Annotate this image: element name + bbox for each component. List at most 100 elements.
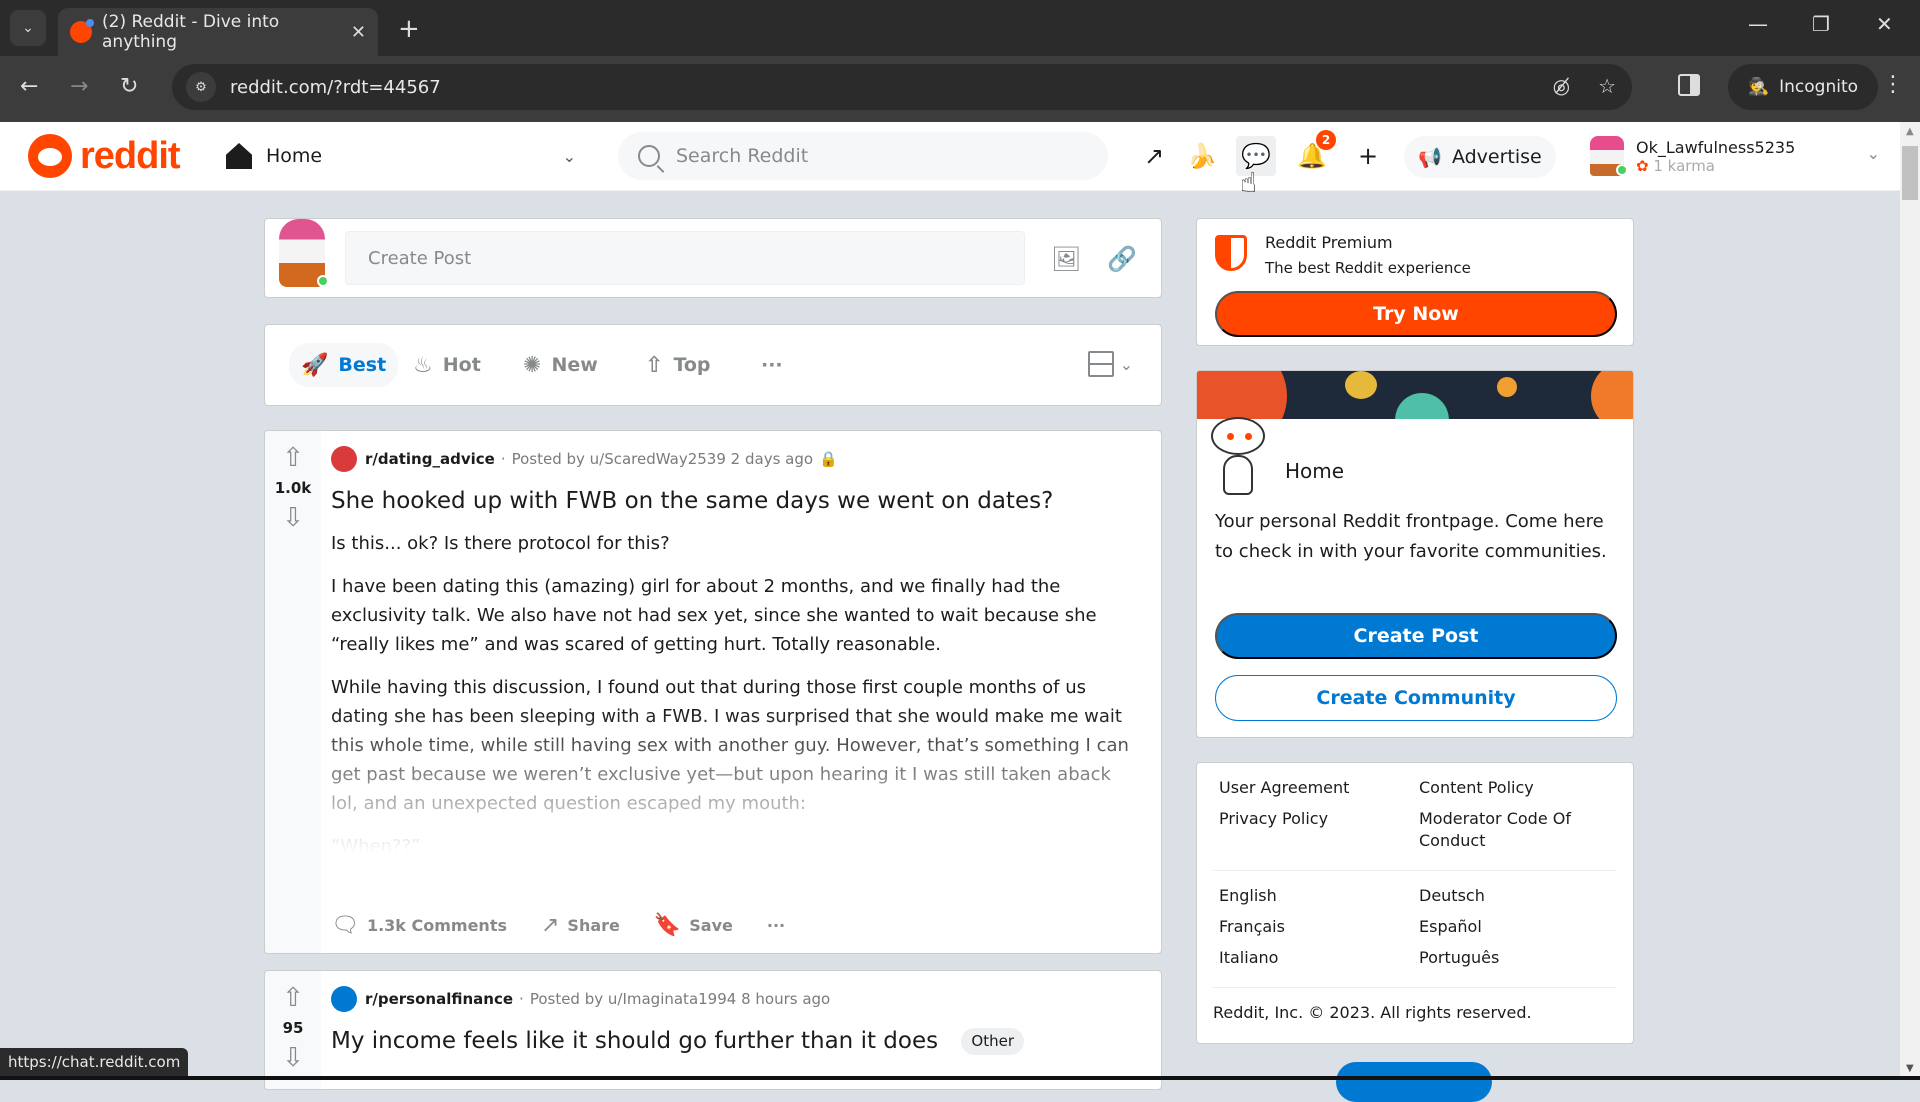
premium-card: Reddit Premium The best Reddit experienc… (1196, 218, 1634, 346)
scrollbar-thumb[interactable] (1902, 146, 1918, 200)
comment-icon: 🗨 (331, 912, 359, 938)
back-button[interactable]: ← (20, 74, 38, 99)
logo-text: reddit (80, 134, 181, 177)
language-german[interactable]: Deutsch (1419, 885, 1485, 907)
scroll-up-arrow-icon[interactable]: ▲ (1906, 126, 1914, 137)
sidebar-create-post-button[interactable]: Create Post (1215, 613, 1617, 659)
eye-off-icon[interactable]: ◎̸ (1553, 74, 1570, 98)
home-card: Home Your personal Reddit frontpage. Com… (1196, 370, 1634, 738)
scroll-down-arrow-icon[interactable]: ▼ (1906, 1063, 1914, 1074)
downvote-icon[interactable]: ⇩ (282, 505, 304, 531)
post-more-button[interactable]: ··· (761, 910, 791, 941)
create-post-input[interactable] (345, 231, 1025, 285)
browser-toolbar: ← → ↻ ⚙ reddit.com/?rdt=44567 ◎̸ ☆ 🕵 Inc… (0, 56, 1920, 122)
downvote-icon[interactable]: ⇩ (282, 1045, 304, 1071)
post-title-text[interactable]: My income feels like it should go furthe… (331, 1028, 938, 1054)
share-button[interactable]: ↗ Share (535, 907, 626, 944)
language-spanish[interactable]: Español (1419, 916, 1482, 938)
sort-tab-top[interactable]: ⇧ Top (633, 343, 723, 387)
popular-icon[interactable]: ↗ (1134, 136, 1174, 176)
site-info-icon[interactable]: ⚙ (186, 72, 216, 102)
advertise-button[interactable]: 📢 Advertise (1404, 136, 1556, 178)
sort-tab-best[interactable]: 🚀 Best (289, 343, 399, 387)
sort-tab-new[interactable]: ✺ New (511, 343, 610, 387)
search-bar[interactable] (618, 132, 1108, 180)
create-post-card: 🖼 🔗 (264, 218, 1162, 298)
create-community-button[interactable]: Create Community (1215, 675, 1617, 721)
forward-button[interactable]: → (70, 74, 88, 99)
side-panel-icon[interactable] (1678, 74, 1700, 96)
minimize-button[interactable]: — (1748, 12, 1768, 36)
vote-count: 95 (282, 1019, 304, 1037)
feed-selector-dropdown[interactable]: Home ⌄ (226, 136, 576, 176)
reddit-logo[interactable]: reddit (28, 134, 181, 178)
posted-by[interactable]: Posted by u/Imaginata1994 (530, 990, 737, 1008)
share-icon: ↗ (540, 912, 560, 938)
language-french[interactable]: Français (1219, 916, 1285, 938)
notifications-button[interactable]: 🔔 2 (1292, 130, 1336, 176)
subreddit-icon[interactable] (331, 986, 357, 1012)
search-input[interactable] (676, 145, 1076, 167)
reload-button[interactable]: ↻ (120, 74, 138, 99)
address-bar[interactable]: ⚙ reddit.com/?rdt=44567 ◎̸ ☆ (172, 64, 1632, 110)
language-english[interactable]: English (1219, 885, 1277, 907)
content-policy-link[interactable]: Content Policy (1419, 777, 1534, 799)
layout-view-dropdown[interactable]: ⌄ (1087, 351, 1133, 377)
link-icon[interactable]: 🔗 (1107, 245, 1137, 273)
posted-by[interactable]: Posted by u/ScaredWay2539 (512, 450, 726, 468)
post-title[interactable]: She hooked up with FWB on the same days … (331, 487, 1141, 517)
create-post-icon[interactable]: + (1348, 136, 1388, 176)
privacy-policy-link[interactable]: Privacy Policy (1219, 808, 1328, 830)
user-menu[interactable]: Ok_Lawfulness5235 ✿ 1 karma ⌄ (1590, 130, 1880, 182)
sort-bar: 🚀 Best ♨ Hot ✺ New ⇧ Top ··· ⌄ (264, 324, 1162, 406)
close-tab-icon[interactable]: ✕ (351, 22, 366, 43)
try-now-button[interactable]: Try Now (1215, 291, 1617, 337)
snoo-mascot-icon (1211, 407, 1267, 503)
meta-separator: · (519, 990, 524, 1008)
sort-more-button[interactable]: ··· (749, 343, 795, 387)
sort-tab-label: New (551, 354, 598, 376)
subreddit-link[interactable]: r/dating_advice (365, 450, 495, 468)
subreddit-link[interactable]: r/personalfinance (365, 990, 513, 1008)
browser-tab[interactable]: (2) Reddit - Dive into anything ✕ (58, 8, 378, 56)
chevron-down-icon: ⌄ (22, 20, 34, 36)
bottom-edge (0, 1076, 1920, 1080)
subreddit-icon[interactable] (331, 446, 357, 472)
comments-button[interactable]: 🗨 1.3k Comments (325, 907, 513, 944)
bookmark-star-icon[interactable]: ☆ (1598, 74, 1616, 98)
page-scrollbar[interactable]: ▲ ▼ (1900, 122, 1920, 1080)
incognito-indicator[interactable]: 🕵 Incognito (1728, 64, 1878, 110)
rocket-icon: 🚀 (301, 352, 329, 378)
image-upload-icon[interactable]: 🖼 (1051, 245, 1081, 273)
user-agreement-link[interactable]: User Agreement (1219, 777, 1349, 799)
save-button[interactable]: 🔖 Save (648, 907, 739, 944)
text-fade-overlay (331, 710, 1141, 861)
planet-decoration (1591, 371, 1633, 419)
sort-tab-hot[interactable]: ♨ Hot (401, 343, 493, 387)
restore-button[interactable]: ❐ (1812, 12, 1830, 36)
browser-menu-icon[interactable]: ⋮ (1882, 72, 1904, 97)
tab-list-button[interactable]: ⌄ (10, 10, 46, 46)
browser-tab-bar: ⌄ (2) Reddit - Dive into anything ✕ + — … (0, 0, 1920, 56)
post-time: 2 days ago (730, 450, 814, 468)
post-flair[interactable]: Other (961, 1027, 1025, 1056)
sort-tab-label: Top (673, 354, 711, 376)
post-card[interactable]: ⇧ 1.0k ⇩ r/dating_advice · Posted by u/S… (264, 430, 1162, 954)
new-tab-button[interactable]: + (398, 14, 420, 44)
post-card[interactable]: ⇧ 95 ⇩ r/personalfinance · Posted by u/I… (264, 970, 1162, 1090)
language-italian[interactable]: Italiano (1219, 947, 1278, 969)
post-title[interactable]: My income feels like it should go furthe… (331, 1027, 1141, 1057)
close-window-button[interactable]: ✕ (1876, 12, 1893, 36)
url-text[interactable]: reddit.com/?rdt=44567 (230, 77, 441, 98)
coins-icon[interactable]: 🍌 (1182, 136, 1222, 176)
card-view-icon (1087, 351, 1114, 377)
moderator-code-link[interactable]: Moderator Code Of Conduct (1419, 808, 1599, 852)
upvote-icon[interactable]: ⇧ (282, 445, 304, 471)
reddit-header: reddit Home ⌄ ↗ 🍌 💬 🔔 2 + 📢 Advertise Ok… (0, 122, 1900, 191)
tab-title: (2) Reddit - Dive into anything (102, 12, 280, 52)
post-paragraph: I have been dating this (amazing) girl f… (331, 575, 1097, 655)
upvote-icon[interactable]: ⇧ (282, 985, 304, 1011)
language-portuguese[interactable]: Português (1419, 947, 1499, 969)
back-to-top-button[interactable] (1336, 1062, 1492, 1102)
avatar[interactable] (279, 219, 329, 287)
